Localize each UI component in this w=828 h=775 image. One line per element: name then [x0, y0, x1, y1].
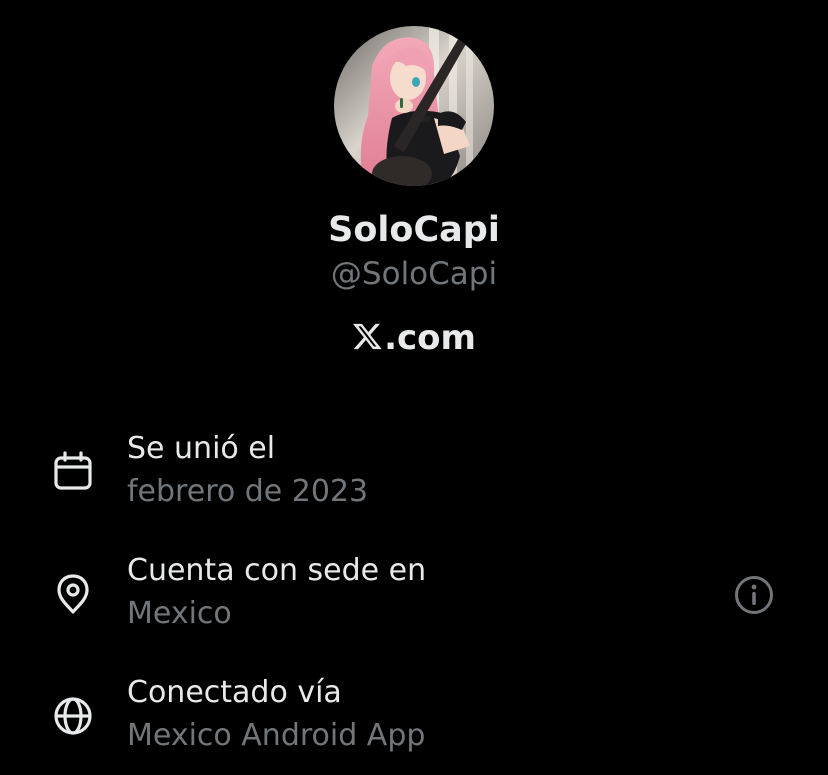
- joined-value: febrero de 2023: [127, 474, 369, 509]
- joined-label: Se unió el: [127, 431, 276, 466]
- location-pin-icon: [57, 574, 89, 614]
- platform-domain: .com: [384, 318, 476, 358]
- user-handle: @SoloCapi: [330, 256, 498, 292]
- platform-link[interactable]: .com: [0, 318, 828, 358]
- avatar-image: [334, 26, 494, 186]
- about-row-joined: Se unió el febrero de 2023: [0, 431, 828, 531]
- location-label: Cuenta con sede en: [127, 553, 427, 588]
- display-name: SoloCapi: [328, 210, 500, 250]
- x-logo-icon: [353, 323, 382, 350]
- connected-label: Conectado vía: [127, 675, 342, 710]
- location-value: Mexico: [127, 596, 232, 631]
- info-icon[interactable]: [733, 574, 775, 616]
- connected-value: Mexico Android App: [127, 718, 426, 753]
- profile-avatar[interactable]: [334, 26, 494, 186]
- about-row-location: Cuenta con sede en Mexico: [0, 553, 828, 653]
- about-row-connected: Conectado vía Mexico Android App: [0, 675, 828, 775]
- calendar-icon: [54, 451, 92, 490]
- globe-icon: [54, 697, 92, 735]
